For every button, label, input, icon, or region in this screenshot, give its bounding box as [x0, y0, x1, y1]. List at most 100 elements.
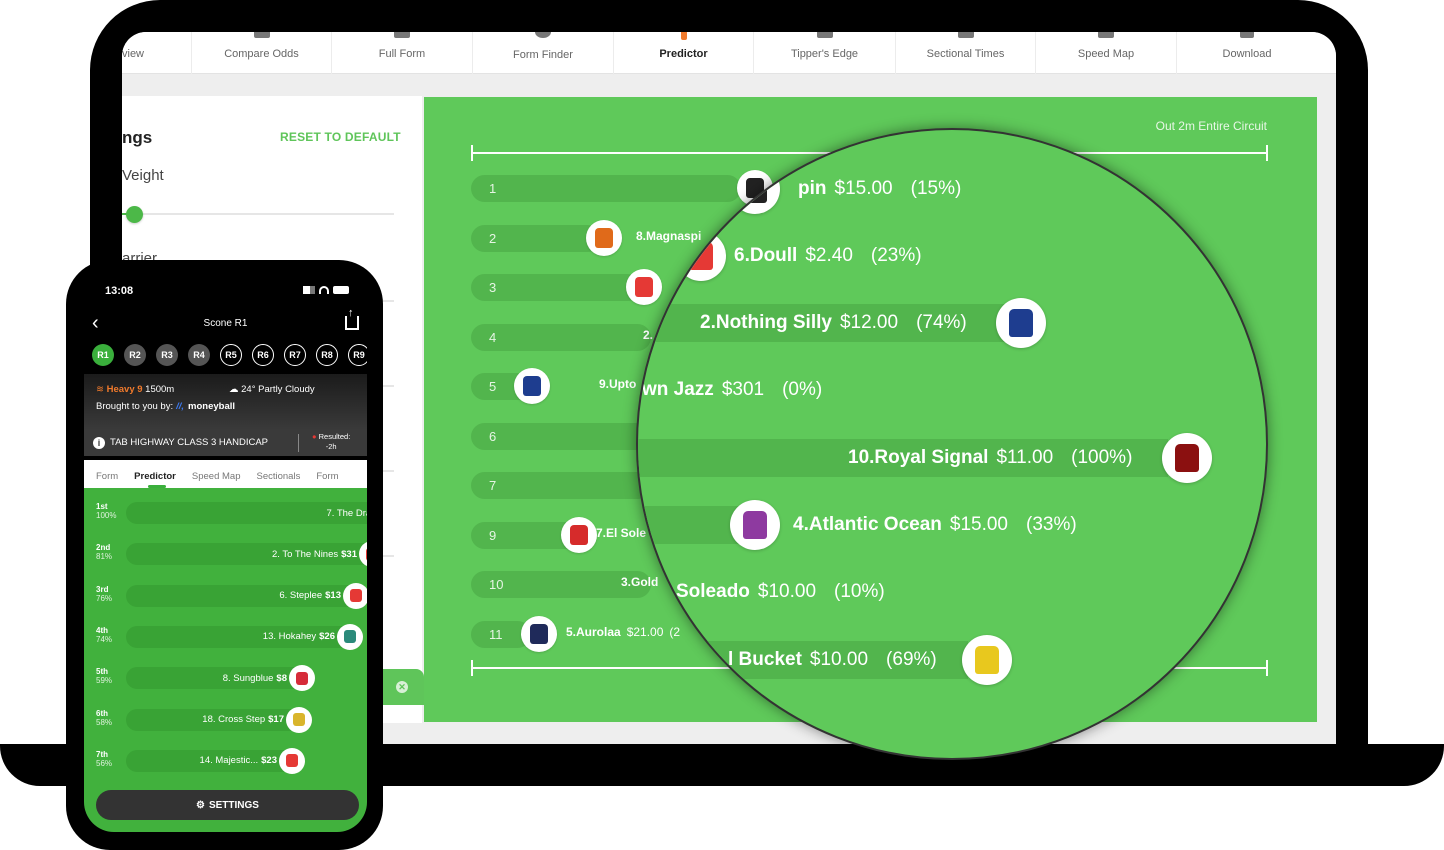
runner-pct: (2: [669, 625, 681, 639]
runner-pct: (33%): [1026, 514, 1077, 535]
lane-number: 9: [489, 528, 497, 543]
silk-shirt: [1175, 444, 1199, 472]
race-chip-r4[interactable]: R4: [188, 344, 210, 366]
jockey-silk-icon: [521, 616, 557, 652]
race-chip-r8[interactable]: R8: [316, 344, 338, 366]
race-selector: R1 R2 R3 R4 R5 R6 R7 R8 R9: [92, 344, 367, 366]
track-condition: Heavy 9: [106, 384, 143, 395]
rank-pct: 58%: [96, 717, 113, 727]
collapse-settings-button[interactable]: ✕: [380, 669, 424, 705]
weight-slider-track[interactable]: [122, 213, 394, 215]
distance: 1500m: [145, 384, 175, 395]
tipper-icon: [816, 32, 833, 38]
runner-name: 6. Steplee: [279, 590, 323, 602]
tab-form-finder[interactable]: Form Finder: [473, 32, 614, 75]
runner-name: 18. Cross Step: [202, 714, 266, 725]
jockey-silk-icon: [514, 368, 550, 404]
settings-button[interactable]: ⚙ SETTINGS: [96, 790, 359, 820]
info-icon[interactable]: i: [93, 437, 105, 449]
race-chip-r1[interactable]: R1: [92, 344, 114, 366]
runner-name: 13. Hokahey: [262, 631, 317, 643]
silk-shirt: [530, 624, 548, 644]
prediction-row[interactable]: 1st100% 7. The Dramatist$3.1: [84, 500, 367, 528]
runner-name: l Bucket: [728, 649, 802, 670]
lane-row: 7: [471, 472, 651, 499]
jockey-silk-icon: [996, 298, 1046, 348]
tab-form[interactable]: Form: [316, 460, 347, 488]
lane-number: 7: [489, 478, 497, 493]
rank-label: 5th 59%: [96, 667, 112, 685]
tab-sectional-times[interactable]: Sectional Times: [896, 32, 1036, 74]
jockey-silk-icon: [730, 500, 780, 550]
magnified-runner: wn Jazz $301 (0%): [642, 371, 822, 409]
runner-odds: $12.00: [839, 312, 899, 333]
jockey-silk-icon: [626, 269, 662, 305]
tab-compare-odds[interactable]: Compare Odds: [192, 32, 332, 74]
jockey-silk-icon: [337, 623, 363, 650]
prediction-bar: 6. Steplee $13: [126, 584, 367, 607]
runner-odds: $11.00: [996, 447, 1054, 468]
jockey-silk-icon: [676, 231, 726, 281]
reset-to-default-button[interactable]: RESET TO DEFAULT: [280, 130, 401, 144]
tab-speed-map[interactable]: Speed Map: [1036, 32, 1177, 74]
tab-overview[interactable]: view: [122, 32, 192, 74]
runner-name: 2.Nothing Silly: [700, 312, 832, 333]
rank: 1st: [96, 502, 108, 511]
race-chip-r9[interactable]: R9: [348, 344, 367, 366]
runner-name: Soleado: [676, 581, 750, 602]
rank-label: 4th 74%: [96, 626, 112, 644]
battery-icon: [333, 286, 349, 294]
tab-predictor[interactable]: Predictor: [134, 460, 185, 488]
share-icon[interactable]: [345, 307, 359, 330]
runner-name: wn Jazz: [642, 379, 714, 400]
tab-form[interactable]: Form: [96, 460, 127, 488]
race-chip-r7[interactable]: R7: [284, 344, 306, 366]
rank-label: 1st 100%: [96, 502, 116, 520]
runner-odds: $15.00: [949, 514, 1009, 535]
book-icon: [394, 32, 410, 38]
runner-odds: $8: [276, 672, 287, 684]
prediction-row[interactable]: 2nd 81% 2. To The Nines $31: [84, 541, 367, 569]
runner-odds: $2.40: [805, 245, 853, 266]
phone-screen: 13:08 ‹ Scone R1 R1 R2 R3 R4 R5 R6 R7 R8 R9 ≋ He…: [84, 274, 367, 832]
tab-tippers-edge[interactable]: Tipper's Edge: [754, 32, 896, 74]
race-chip-r3[interactable]: R3: [156, 344, 178, 366]
rank: 2nd: [96, 543, 111, 553]
runner-name: 5.Aurolaa: [566, 625, 621, 639]
track-condition-icon: ≋: [96, 384, 107, 395]
divider: [298, 434, 299, 452]
race-chip-r6[interactable]: R6: [252, 344, 274, 366]
prediction-row[interactable]: 4th 74% 13. Hokahey $26: [84, 623, 367, 652]
race-chip-r2[interactable]: R2: [124, 344, 146, 366]
race-chip-r5[interactable]: R5: [220, 344, 242, 366]
settings-title: ngs: [122, 128, 153, 147]
tab-full-form[interactable]: Full Form: [332, 32, 473, 74]
runner-pct: (15%): [910, 178, 962, 199]
tab-download[interactable]: Download: [1177, 32, 1317, 74]
magnifier-lens: pin $15.00 (15%) 6.Doull $2.40 (23%) 2.Nothing…: [636, 128, 1268, 760]
runner-name: 4.Atlantic Ocean: [793, 514, 942, 535]
compare-odds-icon: [253, 32, 270, 38]
prediction-row[interactable]: 7th 56% 14. Majestic... $23: [84, 747, 367, 776]
prediction-row[interactable]: 5th 59% 8. Sungblue $8: [84, 665, 367, 693]
weight-label: Veight: [122, 167, 164, 184]
tab-speed-map[interactable]: Speed Map: [192, 460, 250, 488]
wifi-icon: [319, 286, 329, 294]
magnified-runner: 6.Doull $2.40 (23%): [734, 237, 922, 275]
rank-label: 7th 56%: [96, 750, 112, 768]
runner-pct: (69%): [886, 649, 937, 670]
runner-odds: $15.00: [834, 178, 893, 199]
prediction-bar: 8. Sungblue $8: [126, 667, 315, 690]
prediction-row[interactable]: 6th 58% 18. Cross Step $17: [84, 706, 367, 735]
tab-sectionals[interactable]: Sectionals: [256, 460, 309, 488]
rank-pct: 56%: [96, 758, 113, 768]
prediction-row[interactable]: 3rd 76% 6. Steplee $13: [84, 582, 367, 611]
download-icon: [1240, 32, 1254, 38]
rank-label: 6th 58%: [96, 709, 112, 727]
runner-name: 7. The Dramatist: [326, 507, 367, 519]
weight-slider-thumb[interactable]: [126, 206, 144, 223]
tab-predictor[interactable]: Predictor: [614, 32, 754, 74]
lane-number: 11: [489, 627, 503, 642]
runner-name: 10.Royal Signal: [848, 447, 989, 468]
result-status: ● Resulted: -2h: [312, 432, 351, 451]
